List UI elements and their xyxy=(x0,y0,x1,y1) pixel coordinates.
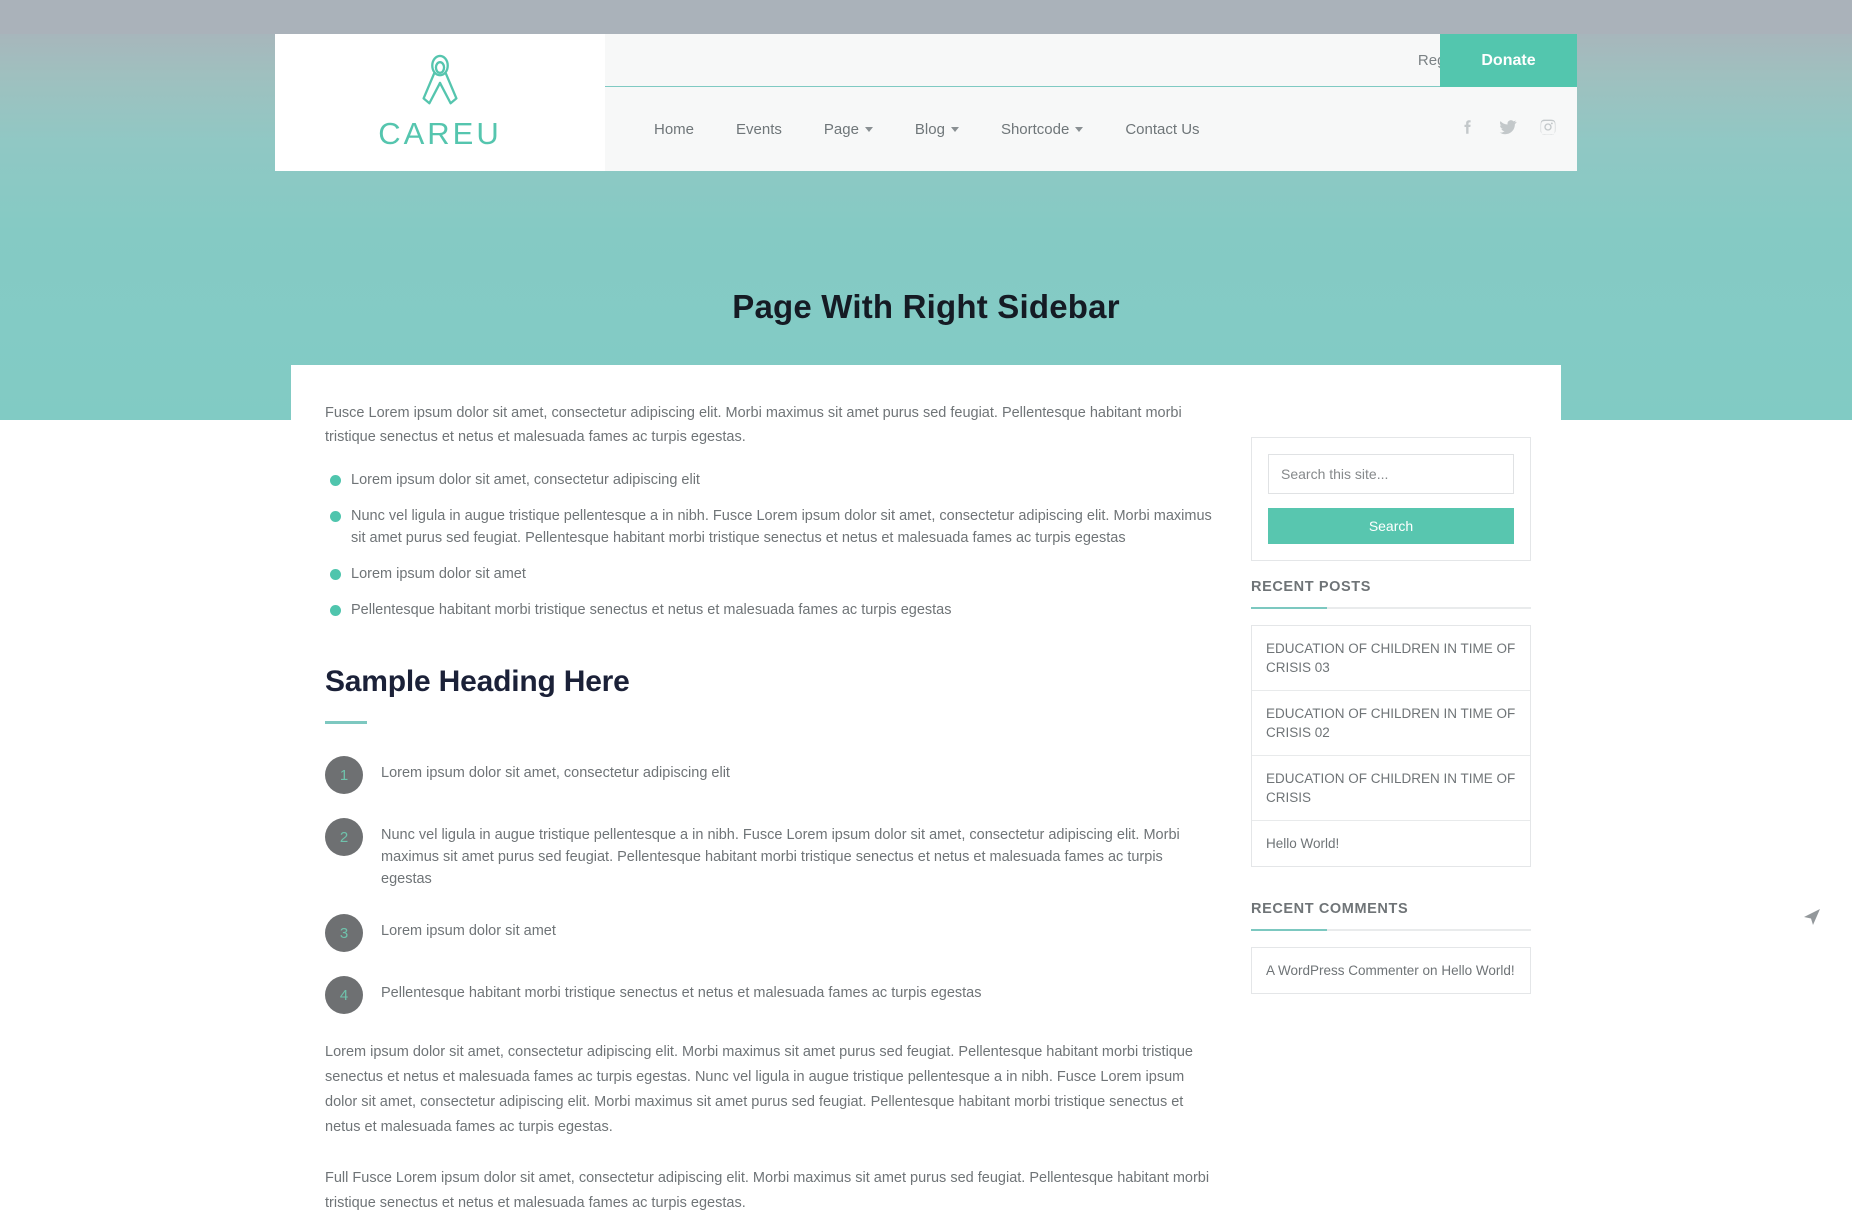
number-badge: 3 xyxy=(325,914,363,952)
list-item[interactable]: EDUCATION OF CHILDREN IN TIME OF CRISIS … xyxy=(1252,626,1530,691)
recent-posts-title: RECENT POSTS xyxy=(1251,579,1371,595)
main-navigation: Home Events Page Blog Shortcode Contact … xyxy=(605,87,1577,171)
number-badge: 1 xyxy=(325,756,363,794)
header-right: Reg No : 255-58888 Donate Home Events Pa… xyxy=(605,34,1577,171)
list-item-text: Lorem ipsum dolor sit amet xyxy=(381,923,556,939)
intro-paragraph: Fusce Lorem ipsum dolor sit amet, consec… xyxy=(325,405,1182,445)
logo[interactable]: CAREU xyxy=(275,34,605,171)
search-input[interactable] xyxy=(1268,454,1514,494)
numbered-list: 1 Lorem ipsum dolor sit amet, consectetu… xyxy=(325,754,1215,1014)
list-item-text: Pellentesque habitant morbi tristique se… xyxy=(381,985,982,1001)
list-item: Nunc vel ligula in augue tristique pelle… xyxy=(325,505,1215,549)
social-links xyxy=(1459,87,1557,171)
nav-label: Blog xyxy=(914,120,945,138)
nav-item-shortcode[interactable]: Shortcode xyxy=(980,121,1104,138)
scroll-to-top-button[interactable] xyxy=(1800,905,1824,929)
widget-underline xyxy=(1251,607,1531,609)
list-item: 2 Nunc vel ligula in augue tristique pel… xyxy=(325,816,1215,890)
nav-label: Contact Us xyxy=(1125,120,1200,138)
donate-button[interactable]: Donate xyxy=(1440,34,1577,87)
chevron-down-icon xyxy=(950,126,959,132)
paragraph-three: Full Fusce Lorem ipsum dolor sit amet, c… xyxy=(325,1170,1210,1210)
list-item-text: Lorem ipsum dolor sit amet, consectetur … xyxy=(381,765,730,781)
widget-underline xyxy=(1251,929,1531,931)
nav-item-blog[interactable]: Blog xyxy=(894,121,980,138)
instagram-icon[interactable] xyxy=(1539,118,1557,141)
search-button[interactable]: Search xyxy=(1268,508,1514,544)
chevron-down-icon xyxy=(864,126,873,132)
main-content-column: Fusce Lorem ipsum dolor sit amet, consec… xyxy=(325,401,1215,1210)
number-badge: 2 xyxy=(325,818,363,856)
hero-top-strip xyxy=(0,0,1852,34)
recent-comments-title: RECENT COMMENTS xyxy=(1251,901,1409,917)
list-item: Lorem ipsum dolor sit amet, consectetur … xyxy=(325,469,1215,491)
list-item: Lorem ipsum dolor sit amet xyxy=(325,563,1215,585)
page-title: Page With Right Sidebar xyxy=(732,288,1120,325)
ribbon-icon xyxy=(417,54,463,110)
content-card: Fusce Lorem ipsum dolor sit amet, consec… xyxy=(291,365,1561,1210)
logo-text: CAREU xyxy=(378,115,502,151)
arrow-up-icon xyxy=(1800,909,1824,933)
list-item[interactable]: EDUCATION OF CHILDREN IN TIME OF CRISIS … xyxy=(1252,691,1530,756)
nav-item-events[interactable]: Events xyxy=(715,121,803,138)
bullet-list: Lorem ipsum dolor sit amet, consectetur … xyxy=(325,469,1215,621)
recent-comments-list: A WordPress Commenter on Hello World! xyxy=(1251,947,1531,994)
nav-item-page[interactable]: Page xyxy=(803,121,894,138)
nav-label: Shortcode xyxy=(1000,120,1070,138)
site-header: CAREU Reg No : 255-58888 Donate Home Eve… xyxy=(275,34,1577,171)
paragraph-two: Lorem ipsum dolor sit amet, consectetur … xyxy=(325,1044,1193,1135)
page-root: CAREU Reg No : 255-58888 Donate Home Eve… xyxy=(0,0,1852,1210)
twitter-icon[interactable] xyxy=(1499,118,1517,141)
list-item-text: Nunc vel ligula in augue tristique pelle… xyxy=(381,827,1180,887)
section-heading: Sample Heading Here xyxy=(325,665,630,698)
list-item[interactable]: A WordPress Commenter on Hello World! xyxy=(1252,948,1530,993)
list-item: 4 Pellentesque habitant morbi tristique … xyxy=(325,974,1215,1014)
sidebar: Search RECENT POSTS EDUCATION OF CHILDRE… xyxy=(1251,437,1531,994)
nav-items: Home Events Page Blog Shortcode Contact … xyxy=(605,121,1221,138)
facebook-icon[interactable] xyxy=(1459,118,1477,141)
nav-item-contact-us[interactable]: Contact Us xyxy=(1104,121,1220,138)
number-badge: 4 xyxy=(325,976,363,1014)
nav-item-home[interactable]: Home xyxy=(633,121,715,138)
list-item: Pellentesque habitant morbi tristique se… xyxy=(325,599,1215,621)
list-item: 3 Lorem ipsum dolor sit amet xyxy=(325,912,1215,952)
list-item[interactable]: Hello World! xyxy=(1252,821,1530,866)
top-bar: Reg No : 255-58888 Donate xyxy=(605,34,1577,87)
heading-underline xyxy=(325,721,367,724)
nav-label: Home xyxy=(654,120,695,138)
nav-label: Events xyxy=(736,120,782,138)
chevron-down-icon xyxy=(1075,126,1084,132)
list-item[interactable]: EDUCATION OF CHILDREN IN TIME OF CRISIS xyxy=(1252,756,1530,821)
card-top-accent xyxy=(291,365,1561,371)
search-widget: Search xyxy=(1251,437,1531,561)
recent-posts-list: EDUCATION OF CHILDREN IN TIME OF CRISIS … xyxy=(1251,625,1531,867)
list-item: 1 Lorem ipsum dolor sit amet, consectetu… xyxy=(325,754,1215,794)
nav-label: Page xyxy=(823,120,859,138)
